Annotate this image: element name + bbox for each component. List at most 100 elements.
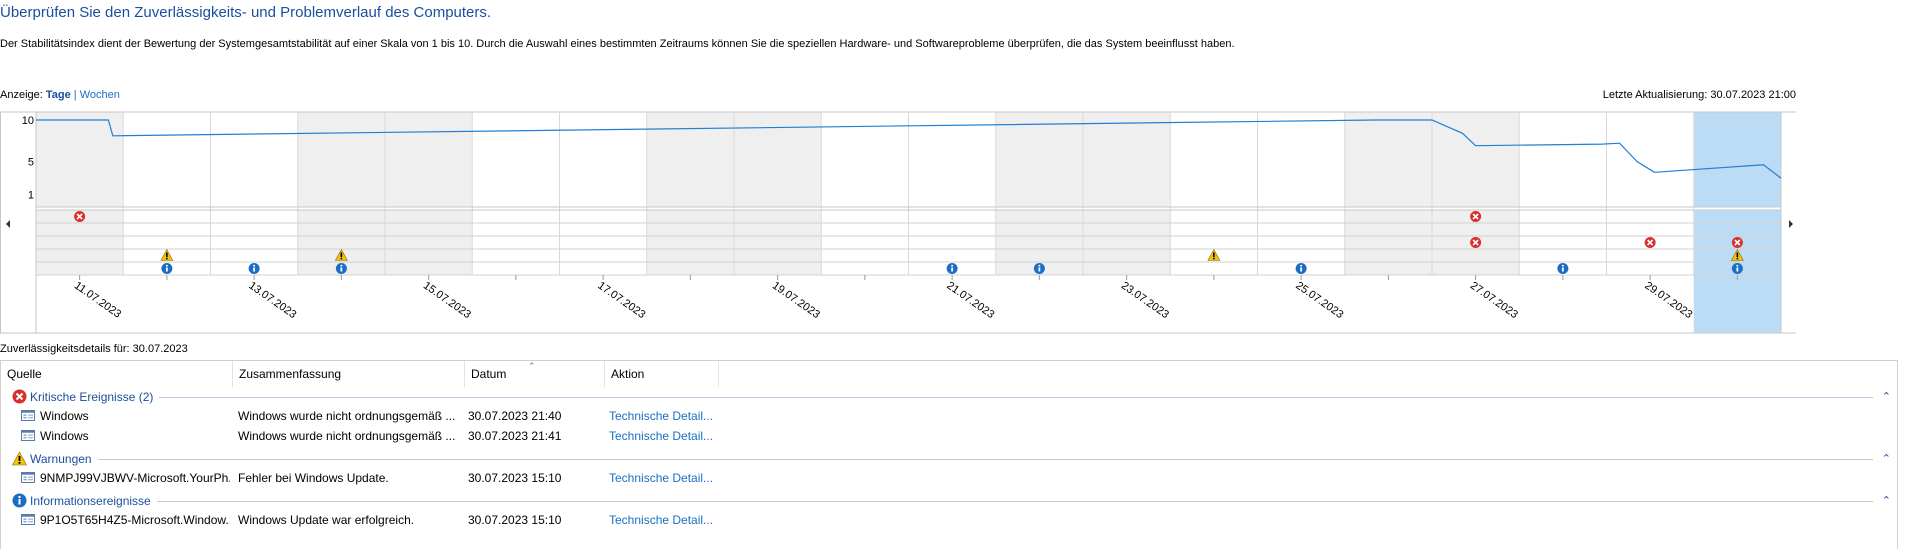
row-summary: Windows wurde nicht ordnungsgemäß ... [238,409,456,423]
day-column-events[interactable] [385,210,473,275]
page-description: Der Stabilitätsindex dient der Bewertung… [0,38,1235,50]
day-column[interactable] [297,112,385,207]
event-group-header[interactable]: Kritische Ereignisse (2) ⌃ [1,388,1899,406]
event-group-title: Informationsereignisse [30,494,151,508]
day-column-dates [297,275,385,333]
info-icon[interactable] [946,263,958,274]
technical-details-link[interactable]: Technische Detail... [609,429,713,443]
day-column-dates [821,275,909,333]
info-icon[interactable] [1557,263,1569,274]
day-column-dates [1170,275,1258,333]
day-column[interactable] [385,112,473,207]
last-update-label: Letzte Aktualisierung: 30.07.2023 21:00 [1602,89,1796,101]
y-tick-label: 10 [22,115,34,127]
group-divider [159,397,1873,398]
view-days-link[interactable]: Tage [46,89,71,101]
day-column[interactable] [1606,112,1694,207]
day-column[interactable] [734,112,822,207]
application-icon [21,430,35,444]
info-icon[interactable] [1731,263,1743,274]
row-source: Windows [40,409,89,423]
info-icon[interactable] [335,263,347,274]
day-column-events[interactable] [1170,210,1258,275]
day-column[interactable] [1083,112,1171,207]
day-column-events[interactable] [1083,210,1171,275]
table-row[interactable]: Windows Windows wurde nicht ordnungsgemäß… [1,406,1899,426]
row-date: 30.07.2023 21:41 [468,429,562,443]
group-divider [157,501,1873,502]
day-column[interactable] [210,112,298,207]
row-source: 9P1O5T65H4Z5-Microsoft.Window... [40,513,230,527]
application-icon [21,410,35,424]
day-column[interactable] [1693,112,1781,207]
row-summary: Windows Update war erfolgreich. [238,513,415,527]
application-icon [21,514,35,528]
day-column-events[interactable] [821,210,909,275]
event-group-header[interactable]: Warnungen ⌃ [1,450,1899,468]
error-icon[interactable] [1470,211,1482,222]
technical-details-link[interactable]: Technische Detail... [609,409,713,423]
day-column[interactable] [1170,112,1258,207]
day-column-dates [995,275,1083,333]
row-date: 30.07.2023 15:10 [468,513,562,527]
day-column-events[interactable] [734,210,822,275]
event-group-title: Warnungen [30,452,92,466]
row-summary: Fehler bei Windows Update. [238,471,389,485]
day-column-dates [1693,275,1781,333]
day-column-events[interactable] [646,210,734,275]
day-column-dates [123,275,211,333]
technical-details-link[interactable]: Technische Detail... [609,513,713,527]
day-column[interactable] [559,112,647,207]
info-icon[interactable] [1033,263,1045,274]
column-header-action[interactable]: Aktion [605,361,719,387]
view-label: Anzeige: [0,89,43,101]
error-icon [12,389,27,404]
table-row[interactable]: Windows Windows wurde nicht ordnungsgemäß… [1,426,1899,446]
sort-caret-icon: ⌃ [528,361,536,371]
application-icon [21,472,35,486]
reliability-chart[interactable]: 1051AnwendungsfehlerWindows-FehlerVersch… [0,111,1796,336]
day-column-dates [472,275,560,333]
y-tick-label: 1 [28,190,34,202]
day-column[interactable] [1257,112,1345,207]
day-column[interactable] [123,112,211,207]
collapse-chevron-icon[interactable]: ⌃ [1882,452,1891,465]
error-icon[interactable] [1644,237,1656,248]
view-selector: Anzeige: Tage | Wochen [0,89,120,101]
day-column-dates [1344,275,1432,333]
day-column-events[interactable] [472,210,560,275]
collapse-chevron-icon[interactable]: ⌃ [1882,494,1891,507]
day-column[interactable] [646,112,734,207]
row-summary: Windows wurde nicht ordnungsgemäß ... [238,429,456,443]
collapse-chevron-icon[interactable]: ⌃ [1882,390,1891,403]
row-date: 30.07.2023 15:10 [468,471,562,485]
details-label: Zuverlässigkeitsdetails für: 30.07.2023 [0,343,188,355]
day-column[interactable] [472,112,560,207]
row-date: 30.07.2023 21:40 [468,409,562,423]
column-header-source[interactable]: Quelle [1,361,233,387]
info-icon[interactable] [248,263,260,274]
info-icon[interactable] [1295,263,1307,274]
event-group-title: Kritische Ereignisse (2) [30,390,154,404]
warning-icon [11,451,28,466]
day-column-dates [1519,275,1607,333]
column-header-summary[interactable]: Zusammenfassung [233,361,465,387]
technical-details-link[interactable]: Technische Detail... [609,471,713,485]
details-table: Quelle Zusammenfassung Datum Aktion ⌃ Kr… [0,360,1898,549]
y-tick-label: 5 [28,157,34,169]
event-group-header[interactable]: Informationsereignisse ⌃ [1,492,1899,510]
table-row[interactable]: 9NMPJ99VJBWV-Microsoft.YourPh... Fehler b… [1,468,1899,488]
day-column[interactable] [1344,112,1432,207]
day-column-events[interactable] [559,210,647,275]
info-icon[interactable] [161,263,173,274]
view-weeks-link[interactable]: Wochen [80,89,120,101]
view-separator: | [73,89,77,101]
day-column[interactable] [1519,112,1607,207]
table-row[interactable]: 9P1O5T65H4Z5-Microsoft.Window... Windows … [1,510,1899,530]
day-column-events[interactable] [1344,210,1432,275]
error-icon[interactable] [74,211,86,222]
error-icon[interactable] [1470,237,1482,248]
day-column-dates [646,275,734,333]
error-icon[interactable] [1731,237,1743,248]
day-column[interactable] [995,112,1083,207]
